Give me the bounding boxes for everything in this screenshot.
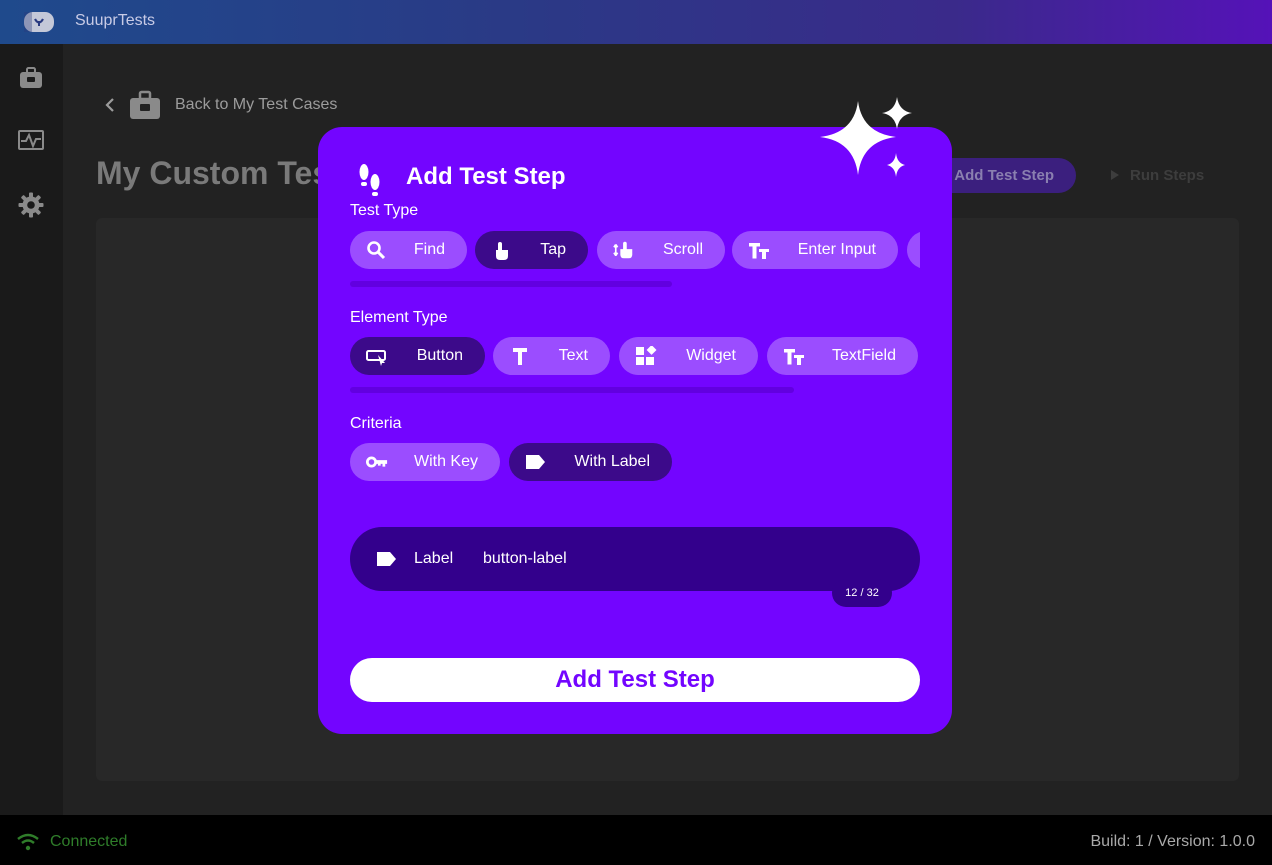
status-bar [0,815,1272,865]
footsteps-icon [359,164,380,196]
chip-with-label[interactable]: With Label [509,443,672,481]
play-icon [1111,170,1119,180]
chip-widget[interactable]: Widget [619,337,758,375]
chip-scroll-label: Scroll [662,241,703,258]
chip-with-key[interactable]: With Key [350,443,500,481]
label-tag-icon [526,455,545,469]
page-title: My Custom Test [96,155,341,191]
text-size-icon [784,349,804,365]
briefcase-icon [130,90,160,119]
tap-icon [496,242,508,260]
chip-textfield[interactable]: TextField [767,337,918,375]
briefcase-icon[interactable] [17,64,45,92]
connection-label: Connected [50,833,128,850]
chip-widget-label: Widget [686,347,736,364]
chip-with-key-label: With Key [413,453,478,470]
chip-tap[interactable]: Tap [475,231,588,269]
submit-add-test-step-button[interactable]: Add Test Step [350,658,920,702]
criteria-chips: With Key With Label [350,443,920,483]
app-name: SuuprTests [75,12,156,29]
chip-scroll[interactable]: Scroll [597,231,725,269]
element-type-label: Element Type [350,309,448,326]
chip-more[interactable] [907,231,920,269]
key-icon [366,456,388,468]
label-tag-icon [377,552,396,566]
test-type-label: Test Type [350,202,419,219]
chip-enter-input[interactable]: Enter Input [732,231,898,269]
gear-icon[interactable] [17,191,45,219]
back-link-label: Back to My Test Cases [175,96,338,113]
dialog-title: Add Test Step [406,163,566,190]
app-logo-icon [24,12,54,32]
chip-with-label-label: With Label [574,453,650,470]
chip-text[interactable]: Text [493,337,610,375]
build-version: Build: 1 / Version: 1.0.0 [1090,833,1255,850]
title-bar: SuuprTests [0,0,1272,44]
button-icon [366,350,386,366]
wifi-icon [17,833,39,851]
chip-find[interactable]: Find [350,231,467,269]
chip-button-label: Button [416,347,463,364]
test-type-scrollbar[interactable] [350,281,672,287]
test-type-chips: Find Tap Scroll Enter Input [350,231,920,271]
text-icon [513,348,527,365]
chip-button[interactable]: Button [350,337,485,375]
chevron-left-icon [105,98,114,112]
chip-textfield-label: TextField [831,347,896,364]
element-type-scrollbar[interactable] [350,387,794,393]
back-link[interactable]: Back to My Test Cases [105,90,337,120]
character-counter: 12 / 32 [832,579,892,607]
sidebar [0,44,63,815]
chip-find-label: Find [413,241,445,258]
connection-status: Connected [16,833,127,851]
chip-tap-label: Tap [540,241,566,258]
add-test-step-label: Add Test Step [954,167,1054,184]
run-steps-label: Run Steps [1130,166,1205,184]
widget-icon [636,346,657,365]
label-field-value[interactable]: button-label [483,550,567,568]
sparkles-icon [820,97,912,177]
activity-icon[interactable] [17,126,45,154]
search-icon [367,241,386,260]
scroll-icon [613,241,633,259]
label-field-label: Label [414,550,454,567]
criteria-label: Criteria [350,415,402,432]
label-input-field[interactable]: Label button-label [350,527,920,591]
run-steps-button[interactable]: Run Steps [1110,160,1230,190]
element-type-chips: Button Text Widget TextField [350,337,920,377]
chip-text-label: Text [558,347,588,364]
text-size-icon [749,243,769,259]
chip-enter-input-label: Enter Input [797,241,876,258]
